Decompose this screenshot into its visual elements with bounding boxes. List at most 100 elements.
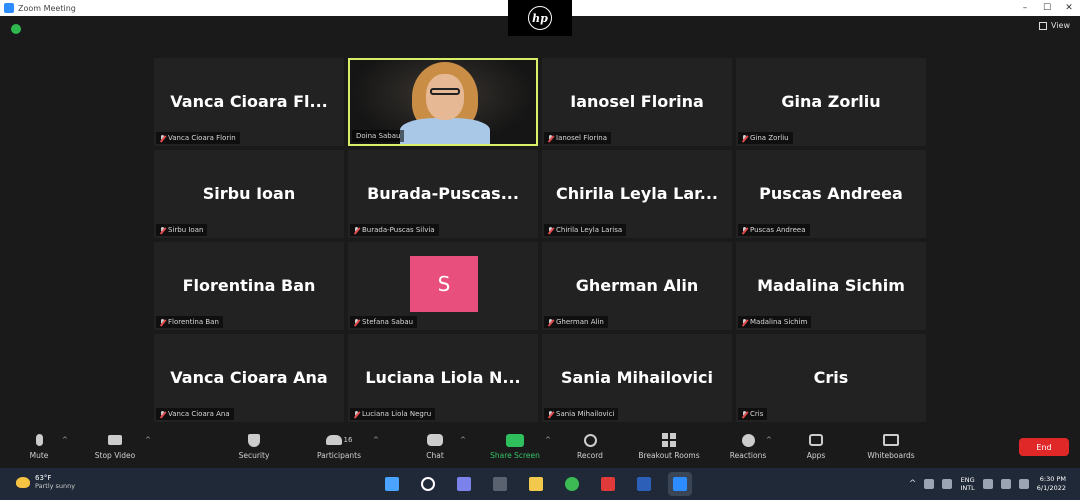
apps-button[interactable]: Apps (781, 432, 851, 460)
breakout-rooms-button[interactable]: Breakout Rooms (634, 432, 704, 460)
participant-avatar: S (410, 256, 478, 312)
chat-app-button[interactable] (452, 472, 476, 496)
participant-label-text: Vanca Cioara Florin (168, 134, 236, 142)
muted-mic-icon (160, 410, 165, 418)
whiteboards-button[interactable]: Whiteboards (856, 432, 926, 460)
end-meeting-button[interactable]: End (1019, 438, 1069, 456)
participant-tile[interactable]: Cris Cris (736, 334, 926, 422)
reactions-icon (741, 433, 755, 447)
chrome-button[interactable] (560, 472, 584, 496)
reactions-options-caret[interactable]: ^ (766, 436, 772, 444)
start-button[interactable] (380, 472, 404, 496)
chat-options-caret[interactable]: ^ (460, 436, 466, 444)
record-label: Record (577, 451, 603, 460)
participant-label-text: Gina Zorliu (750, 134, 789, 142)
participant-name: Gina Zorliu (781, 92, 881, 111)
participant-tile[interactable]: Florentina Ban Florentina Ban (154, 242, 344, 330)
security-label: Security (238, 451, 270, 460)
participant-tile[interactable]: Burada-Puscas... Burada-Puscas Silvia (348, 150, 538, 238)
video-options-caret[interactable]: ^ (145, 436, 151, 444)
tray-app-icon[interactable] (942, 479, 953, 489)
participants-icon (325, 435, 342, 445)
chat-label: Chat (426, 451, 444, 460)
participant-label: Stefana Sabau (350, 316, 418, 328)
participant-tile[interactable]: Gherman Alin Gherman Alin (542, 242, 732, 330)
muted-mic-icon (160, 226, 165, 234)
encryption-shield-icon[interactable] (11, 24, 21, 34)
acrobat-button[interactable] (596, 472, 620, 496)
word-button[interactable] (632, 472, 656, 496)
show-hidden-icons-caret[interactable]: ^ (909, 479, 917, 489)
participant-label: Burada-Puscas Silvia (350, 224, 439, 236)
participants-button[interactable]: 16 Participants (304, 432, 374, 460)
maximize-button[interactable]: ☐ (1036, 0, 1058, 16)
share-options-caret[interactable]: ^ (545, 436, 551, 444)
participants-options-caret[interactable]: ^ (373, 436, 379, 444)
participant-tile[interactable]: Sania Mihailovici Sania Mihailovici (542, 334, 732, 422)
participant-tile[interactable]: Doina Sabau (348, 58, 538, 146)
participant-tile[interactable]: Luciana Liola N... Luciana Liola Negru (348, 334, 538, 422)
muted-mic-icon (548, 134, 553, 142)
participant-name: Madalina Sichim (757, 276, 905, 295)
participant-tile[interactable]: Puscas Andreea Puscas Andreea (736, 150, 926, 238)
window-controls: – ☐ ✕ (1014, 0, 1080, 16)
zoom-taskbar-button[interactable] (668, 472, 692, 496)
tray-app-icon[interactable] (924, 479, 935, 489)
participant-label: Florentina Ban (156, 316, 223, 328)
record-button[interactable]: Record (555, 432, 625, 460)
weather-widget[interactable]: 63°F Partly sunny (16, 474, 75, 490)
participant-tile[interactable]: Gina Zorliu Gina Zorliu (736, 58, 926, 146)
participant-label-text: Burada-Puscas Silvia (362, 226, 435, 234)
file-explorer-button[interactable] (524, 472, 548, 496)
participant-name: Cris (813, 368, 849, 387)
system-tray: ^ ENG INTL 6:30 PM 6/1/2022 (909, 468, 1080, 500)
share-screen-button[interactable]: Share Screen (480, 432, 550, 460)
share-screen-icon (506, 433, 524, 447)
participant-tile[interactable]: S Stefana Sabau (348, 242, 538, 330)
participant-label: Ianosel Florina (544, 132, 611, 144)
stop-video-button[interactable]: Stop Video (80, 432, 150, 460)
participant-tile[interactable]: Vanca Cioara Fl... Vanca Cioara Florin (154, 58, 344, 146)
participant-label-text: Luciana Liola Negru (362, 410, 432, 418)
participant-label: Doina Sabau (352, 130, 405, 142)
whiteboards-label: Whiteboards (867, 451, 915, 460)
minimize-button[interactable]: – (1014, 0, 1036, 16)
wifi-icon[interactable] (982, 479, 993, 489)
muted-mic-icon (160, 318, 165, 326)
whiteboard-icon (883, 434, 899, 446)
participant-label-text: Sania Mihailovici (556, 410, 615, 418)
participant-tile[interactable]: Chirila Leyla Lar... Chirila Leyla Larisa (542, 150, 732, 238)
security-button[interactable]: Security (219, 432, 289, 460)
search-button[interactable] (416, 472, 440, 496)
participant-label-text: Doina Sabau (356, 132, 401, 140)
participant-label-text: Vanca Cioara Ana (168, 410, 230, 418)
participant-name: Vanca Cioara Ana (170, 368, 328, 387)
volume-icon[interactable] (1000, 479, 1011, 489)
participants-label: Participants (316, 451, 362, 460)
view-button[interactable]: View (1039, 21, 1070, 30)
language-indicator[interactable]: ENG INTL (960, 476, 974, 492)
microphone-icon (35, 434, 43, 446)
apps-label: Apps (806, 451, 826, 460)
clock[interactable]: 6:30 PM 6/1/2022 (1037, 475, 1066, 493)
muted-mic-icon (548, 318, 553, 326)
task-view-button[interactable] (488, 472, 512, 496)
reactions-button[interactable]: Reactions (713, 432, 783, 460)
participant-label: Sania Mihailovici (544, 408, 619, 420)
participant-tile[interactable]: Ianosel Florina Ianosel Florina (542, 58, 732, 146)
folder-icon (529, 477, 543, 491)
battery-icon[interactable] (1018, 479, 1029, 489)
audio-options-caret[interactable]: ^ (62, 436, 68, 444)
participant-label-text: Gherman Alin (556, 318, 604, 326)
weather-temp: 63°F (35, 474, 52, 482)
participant-tile[interactable]: Madalina Sichim Madalina Sichim (736, 242, 926, 330)
close-button[interactable]: ✕ (1058, 0, 1080, 16)
participant-tile[interactable]: Sirbu Ioan Sirbu Ioan (154, 150, 344, 238)
participant-label: Luciana Liola Negru (350, 408, 436, 420)
participant-label: Chirila Leyla Larisa (544, 224, 627, 236)
participant-tile[interactable]: Vanca Cioara Ana Vanca Cioara Ana (154, 334, 344, 422)
participant-name: Luciana Liola N... (365, 368, 521, 387)
participant-label: Cris (738, 408, 768, 420)
share-screen-label: Share Screen (490, 451, 540, 460)
participant-label: Gina Zorliu (738, 132, 793, 144)
